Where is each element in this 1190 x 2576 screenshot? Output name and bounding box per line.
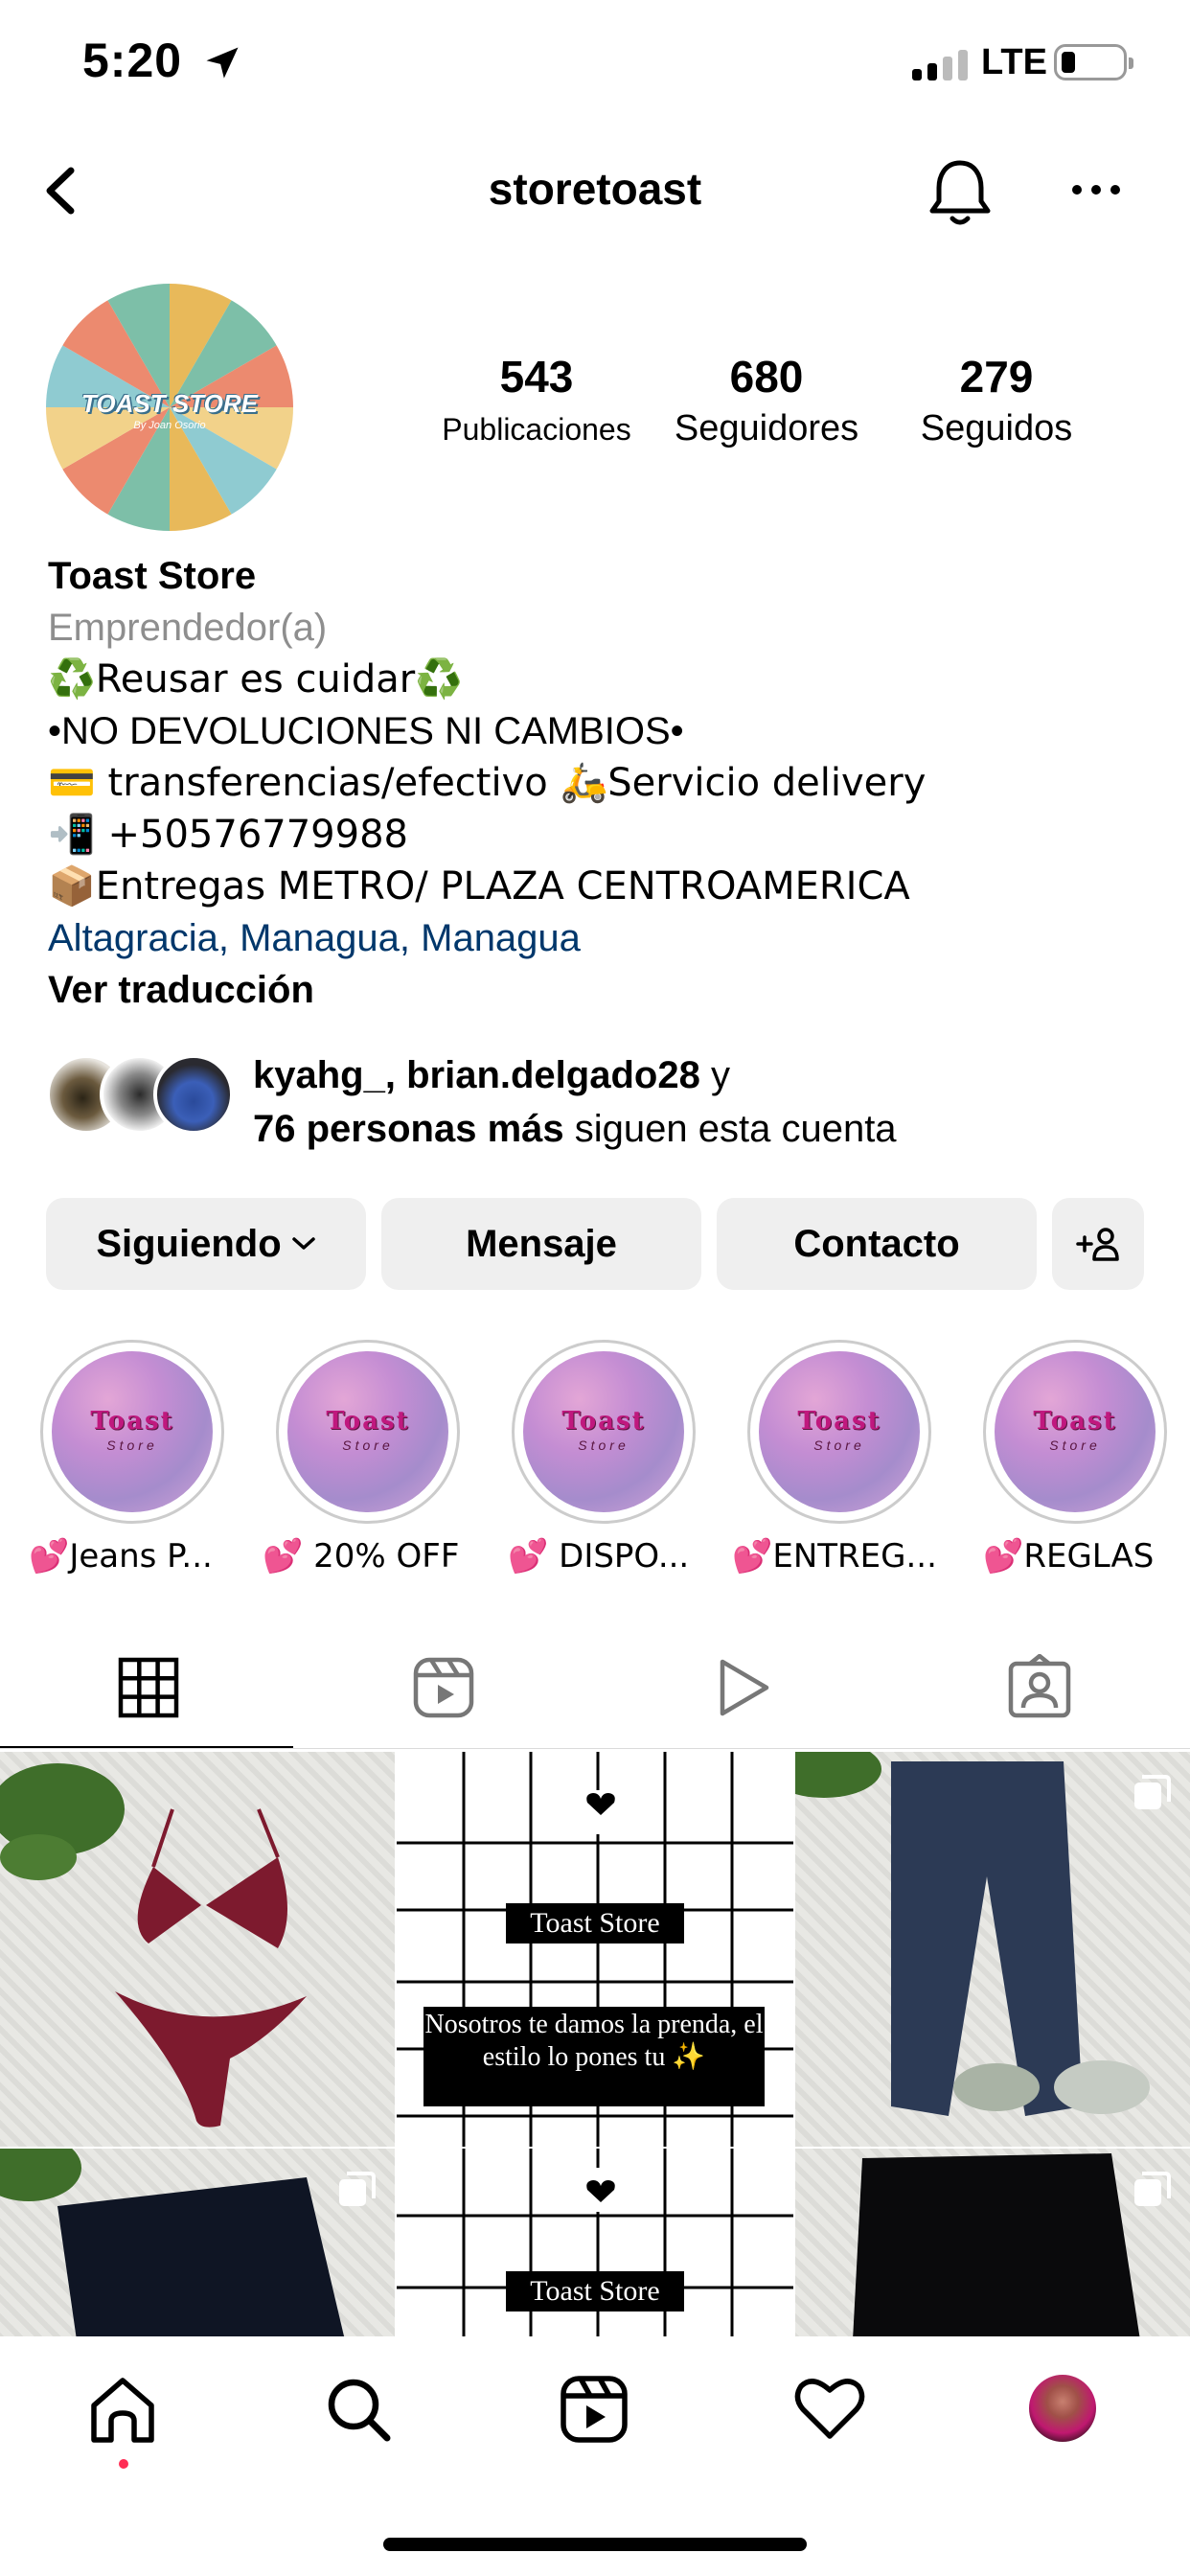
contact-button-label: Contacto bbox=[793, 1222, 960, 1265]
network-label: LTE bbox=[981, 42, 1047, 82]
post-thumbnail[interactable]: Toast Store bbox=[397, 2149, 793, 2336]
post-thumbnail[interactable]: Toast Store Nosotros te damos la prenda,… bbox=[397, 1752, 793, 2147]
stat-label: Seguidores bbox=[674, 408, 859, 448]
highlight-logo: Toast bbox=[797, 1407, 881, 1436]
add-user-button[interactable] bbox=[1052, 1198, 1144, 1290]
following-button-label: Siguiendo bbox=[96, 1222, 282, 1265]
contact-button[interactable]: Contacto bbox=[717, 1198, 1037, 1290]
location-link[interactable]: Altagracia, Managua, Managua bbox=[48, 912, 1150, 964]
following-button[interactable]: Siguiendo bbox=[46, 1198, 366, 1290]
followed-by-names: kyahg_, brian.delgado28 bbox=[253, 1054, 700, 1096]
stat-following[interactable]: 279 Seguidos bbox=[881, 351, 1111, 449]
translate-link[interactable]: Ver traducción bbox=[48, 964, 1150, 1016]
highlight-label: 💕REGLAS bbox=[983, 1537, 1155, 1576]
divider bbox=[0, 1748, 1190, 1749]
location-arrow-icon bbox=[206, 47, 239, 79]
grid-icon[interactable] bbox=[115, 1654, 182, 1721]
page-title: storetoast bbox=[488, 164, 702, 214]
stat-label: Publicaciones bbox=[442, 412, 631, 447]
avatar bbox=[153, 1054, 234, 1135]
status-time: 5:20 bbox=[82, 34, 183, 87]
highlight-cover: Toast Store bbox=[52, 1351, 213, 1512]
multiple-photos-icon bbox=[339, 2172, 376, 2206]
signal-bars-icon bbox=[912, 50, 968, 80]
highlight-cover: Toast Store bbox=[995, 1351, 1156, 1512]
profile-category: Emprendedor(a) bbox=[48, 607, 328, 649]
profile-name: Toast Store bbox=[48, 555, 257, 597]
play-icon[interactable] bbox=[709, 1654, 776, 1721]
highlight-logo-sub: Store bbox=[813, 1438, 865, 1453]
highlight-cover: Toast Store bbox=[759, 1351, 920, 1512]
ellipsis-icon[interactable] bbox=[1067, 171, 1125, 209]
bottom-nav bbox=[0, 2336, 1190, 2576]
tagged-icon[interactable] bbox=[1006, 1654, 1073, 1721]
highlight-logo-sub: Store bbox=[1049, 1438, 1101, 1453]
multiple-photos-icon bbox=[1134, 2172, 1171, 2206]
post-image bbox=[0, 1763, 307, 2128]
multiple-photos-icon bbox=[1134, 1775, 1171, 1809]
highlight-cover: Toast Store bbox=[287, 1351, 448, 1512]
followed-by-text: kyahg_, brian.delgado28 y 76 personas má… bbox=[253, 1048, 897, 1156]
avatar-logo-subtext: By Joan Osorio bbox=[133, 420, 206, 431]
post-caption: Nosotros te damos la prenda, el estilo l… bbox=[423, 2007, 765, 2106]
followed-by-suffix: siguen esta cuenta bbox=[563, 1108, 897, 1150]
post-thumbnail[interactable] bbox=[0, 1752, 395, 2147]
highlight-logo-sub: Store bbox=[578, 1438, 629, 1453]
search-icon[interactable] bbox=[320, 2371, 397, 2448]
post-grid: Toast Store Nosotros te damos la prenda,… bbox=[0, 1752, 1190, 2336]
stat-label: Seguidos bbox=[920, 408, 1073, 448]
bio-line: •NO DEVOLUCIONES NI CAMBIOS• bbox=[48, 710, 684, 752]
bio-line: 💳 transferencias/efectivo 🛵Servicio deli… bbox=[48, 761, 927, 805]
profile-bio: Toast Store Emprendedor(a) ♻️Reusar es c… bbox=[48, 550, 1150, 1016]
story-highlights: Toast Store 💕Jeans P... Toast Store 💕 20% … bbox=[0, 1340, 1190, 1589]
followed-by-more: 76 personas más bbox=[253, 1108, 564, 1150]
reels-icon[interactable] bbox=[556, 2371, 632, 2448]
post-thumbnail[interactable] bbox=[0, 2149, 395, 2336]
highlight-label: 💕Jeans P... bbox=[29, 1537, 213, 1576]
highlight-logo: Toast bbox=[1033, 1407, 1117, 1436]
post-title: Toast Store bbox=[506, 2271, 684, 2312]
message-button[interactable]: Mensaje bbox=[381, 1198, 701, 1290]
post-title: Toast Store bbox=[506, 1903, 684, 1944]
bio-line: 📦Entregas METRO/ PLAZA CENTROAMERICA bbox=[48, 864, 910, 908]
message-button-label: Mensaje bbox=[466, 1222, 617, 1265]
home-icon[interactable] bbox=[84, 2371, 161, 2448]
stat-followers[interactable]: 680 Seguidores bbox=[652, 351, 881, 449]
home-indicator[interactable] bbox=[383, 2538, 807, 2551]
highlight-label: 💕 20% OFF bbox=[263, 1537, 460, 1576]
highlight-label: 💕ENTREG... bbox=[732, 1537, 937, 1576]
reels-icon[interactable] bbox=[410, 1654, 477, 1721]
profile-stats: 543 Publicaciones 680 Seguidores 279 Seg… bbox=[422, 351, 1111, 466]
highlight-logo: Toast bbox=[326, 1407, 410, 1436]
profile-header: storetoast bbox=[0, 144, 1190, 240]
notification-dot bbox=[119, 2459, 128, 2469]
stat-value: 680 bbox=[729, 352, 804, 402]
profile-tabs bbox=[0, 1635, 1190, 1750]
stat-posts[interactable]: 543 Publicaciones bbox=[422, 351, 652, 448]
post-thumbnail[interactable] bbox=[795, 2149, 1190, 2336]
highlight-logo-sub: Store bbox=[106, 1438, 158, 1453]
status-bar: 5:20 LTE bbox=[0, 0, 1190, 134]
battery-low-icon bbox=[1054, 44, 1133, 80]
post-thumbnail[interactable] bbox=[795, 1752, 1190, 2147]
bio-line: ♻️Reusar es cuidar♻️ bbox=[48, 657, 464, 702]
avatar[interactable]: TOAST STORE By Joan Osorio bbox=[46, 284, 293, 531]
highlight-logo-sub: Store bbox=[342, 1438, 394, 1453]
highlight-logo: Toast bbox=[90, 1407, 174, 1436]
action-buttons: Siguiendo Mensaje Contacto bbox=[46, 1198, 1148, 1290]
highlight-logo: Toast bbox=[561, 1407, 646, 1436]
profile-avatar[interactable] bbox=[1029, 2375, 1096, 2442]
highlight-label: 💕 DISPO... bbox=[508, 1537, 690, 1576]
bell-icon[interactable] bbox=[924, 153, 996, 230]
add-person-icon bbox=[1076, 1228, 1119, 1261]
highlight-cover: Toast Store bbox=[523, 1351, 684, 1512]
avatar-logo-text: TOAST STORE bbox=[81, 389, 258, 418]
followed-by[interactable]: kyahg_, brian.delgado28 y 76 personas má… bbox=[46, 1048, 1148, 1154]
bio-line[interactable]: 📲 +50576779988 bbox=[48, 809, 1150, 861]
followed-by-conjunction: y bbox=[699, 1054, 730, 1096]
heart-icon[interactable] bbox=[791, 2371, 868, 2448]
stat-value: 543 bbox=[499, 352, 574, 402]
chevron-down-icon bbox=[291, 1237, 315, 1250]
stat-value: 279 bbox=[959, 352, 1034, 402]
